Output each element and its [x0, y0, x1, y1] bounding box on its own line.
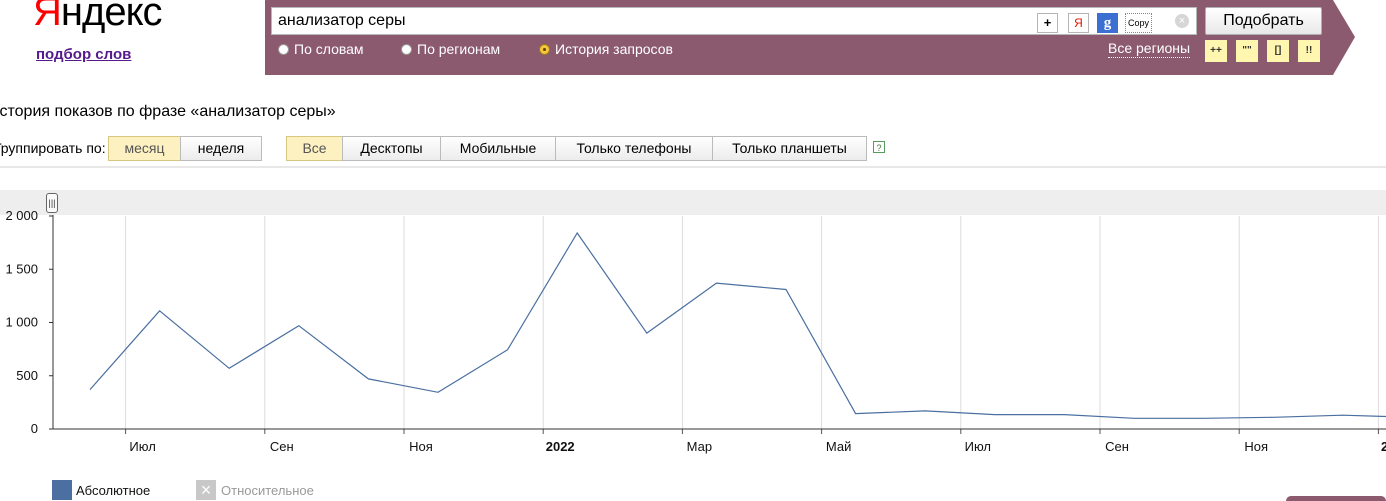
legend-absolute-label[interactable]: Абсолютное	[76, 483, 150, 498]
all-regions-link[interactable]: Все регионы	[1108, 40, 1191, 58]
plus-operator-button[interactable]: +	[1037, 13, 1058, 33]
device-desktop-button[interactable]: Десктопы	[342, 136, 441, 161]
help-icon[interactable]: ?	[873, 141, 885, 153]
operator-brackets-button[interactable]: []	[1267, 40, 1289, 62]
mode-by-words[interactable]: По словам	[278, 41, 364, 57]
navigator-handle[interactable]: |||	[46, 193, 58, 213]
y-tick-label: 500	[16, 368, 38, 383]
wordstat-service-link[interactable]: подбор слов	[36, 46, 131, 63]
legend-relative-label[interactable]: Относительное	[221, 483, 314, 498]
y-tick-label: 2 000	[5, 208, 38, 223]
submit-button[interactable]: Подобрать	[1205, 7, 1322, 35]
x-tick-label: 2022	[546, 439, 575, 454]
x-tick-label: Сен	[270, 439, 294, 454]
grouping-label: Группировать по:	[0, 140, 106, 156]
clear-icon[interactable]: ×	[1175, 14, 1189, 28]
yandex-logo[interactable]: Яндекс	[33, 0, 163, 36]
search-box[interactable]: + Я g Copy ×	[271, 7, 1197, 35]
radio-icon	[278, 43, 289, 55]
mode-label: По регионам	[417, 41, 501, 57]
history-line-chart: Июл Сен Ноя 2022 Мар Май Июл Сен Ноя 2023 0 500 1 00…	[5, 208, 1386, 454]
search-band-arrow	[1333, 0, 1355, 75]
feedback-tab[interactable]	[1286, 496, 1386, 501]
radio-selected-icon	[539, 43, 550, 55]
copy-button[interactable]: Copy	[1125, 13, 1152, 33]
google-search-icon[interactable]: g	[1097, 13, 1118, 33]
yandex-search-icon[interactable]: Я	[1068, 13, 1089, 33]
divider	[0, 166, 1386, 168]
y-tick-label: 1 000	[5, 315, 38, 330]
page-title: История показов по фразе «анализатор сер…	[0, 103, 336, 120]
group-week-button[interactable]: неделя	[180, 136, 262, 161]
x-tick-label: Май	[826, 439, 851, 454]
mode-history[interactable]: История запросов	[539, 41, 673, 57]
operator-exclamation-button[interactable]: !!	[1298, 40, 1320, 62]
x-tick-label: Сен	[1105, 439, 1129, 454]
radio-icon	[401, 43, 412, 55]
x-tick-label: Ноя	[1244, 439, 1268, 454]
mode-label: История запросов	[555, 41, 673, 57]
x-tick-label: Ноя	[409, 439, 433, 454]
legend-relative-icon[interactable]: ×	[196, 480, 216, 500]
device-mobile-button[interactable]: Мобильные	[440, 136, 556, 161]
x-tick-label: Мар	[687, 439, 712, 454]
device-tablets-button[interactable]: Только планшеты	[712, 136, 867, 161]
x-tick-label: Июл	[129, 439, 155, 454]
x-tick-label: Июл	[965, 439, 991, 454]
group-month-button[interactable]: месяц	[108, 136, 181, 161]
series-line	[89, 231, 1386, 419]
y-tick-label: 1 500	[5, 261, 38, 276]
device-phones-button[interactable]: Только телефоны	[555, 136, 713, 161]
mode-by-regions[interactable]: По регионам	[401, 41, 500, 57]
device-all-button[interactable]: Все	[286, 136, 343, 161]
operator-plus-button[interactable]: ++	[1205, 40, 1227, 62]
search-input[interactable]	[278, 11, 1018, 31]
logo-first-letter: Я	[33, 0, 62, 34]
legend-absolute-swatch[interactable]	[52, 480, 72, 500]
y-tick-label: 0	[31, 421, 38, 436]
x-tick-label: 2023	[1381, 439, 1386, 454]
logo-rest: ндекс	[60, 0, 163, 34]
operator-quotes-button[interactable]: ""	[1236, 40, 1258, 62]
mode-label: По словам	[294, 41, 364, 57]
